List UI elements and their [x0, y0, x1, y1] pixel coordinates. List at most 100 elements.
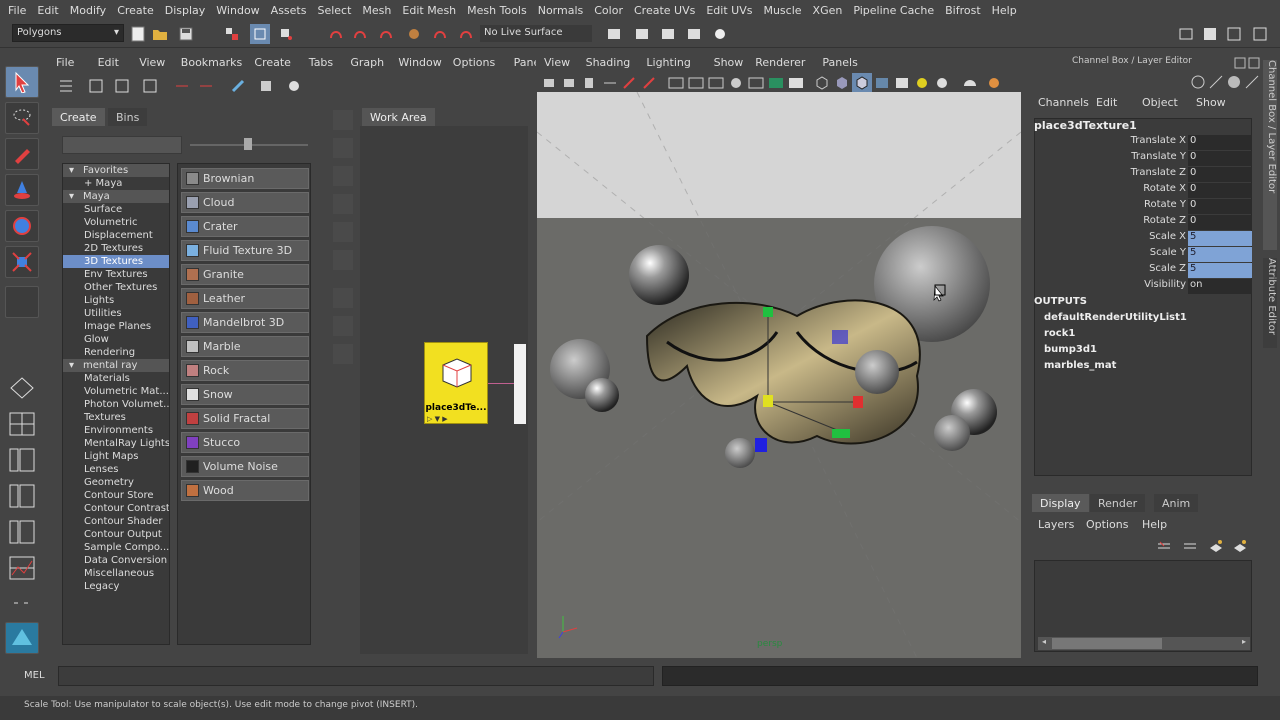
vp-menu-renderer[interactable]: Renderer	[755, 56, 805, 69]
tree-item-data-conversion[interactable]: Data Conversion	[63, 554, 169, 567]
hs-work-tool-icon[interactable]	[333, 316, 353, 336]
grid-toggle-icon[interactable]	[666, 73, 686, 93]
channel-rotate-y[interactable]: Rotate Y0	[1034, 199, 1252, 215]
move-layer-up-icon[interactable]	[1154, 536, 1174, 556]
safe-title-icon[interactable]	[786, 73, 806, 93]
tab-channel-box-vertical[interactable]: Channel Box / Layer Editor	[1263, 60, 1277, 250]
object-name[interactable]: place3dTexture1	[1034, 119, 1137, 132]
channel-scale-x[interactable]: Scale X5	[1034, 231, 1252, 247]
select-hierarchy-icon[interactable]	[222, 24, 242, 44]
hs-menu-bookmarks[interactable]: Bookmarks	[181, 56, 242, 69]
vp-menu-panels[interactable]: Panels	[822, 56, 857, 69]
tree-item-legacy[interactable]: Legacy	[63, 580, 169, 593]
scroll-left-icon[interactable]: ◂	[1038, 637, 1050, 650]
show-both-tabs-icon[interactable]	[140, 76, 160, 96]
channel-box-toggle-icon[interactable]	[1200, 24, 1220, 44]
output-defaultrenderutilitylist1[interactable]: defaultRenderUtilityList1	[1044, 312, 1187, 323]
channel-value[interactable]: 5	[1188, 231, 1252, 246]
tree-item-contour-store[interactable]: Contour Store	[63, 489, 169, 502]
rearrange-graph-icon[interactable]	[256, 76, 276, 96]
layout-options-icon[interactable]	[5, 588, 39, 620]
render-view-icon[interactable]	[604, 24, 624, 44]
new-layer-icon[interactable]	[1206, 536, 1226, 556]
isolate-select-icon[interactable]	[960, 73, 980, 93]
channel-rotate-x[interactable]: Rotate X0	[1034, 183, 1252, 199]
show-top-tabs-icon[interactable]	[86, 76, 106, 96]
hs-work-tool-icon[interactable]	[333, 250, 353, 270]
use-all-lights-icon[interactable]	[912, 73, 932, 93]
hs-work-tool-icon[interactable]	[333, 288, 353, 308]
snap-surface-icon[interactable]	[430, 24, 450, 44]
select-tool-icon[interactable]	[5, 66, 39, 98]
output-rock1[interactable]: rock1	[1044, 328, 1075, 339]
menu-create[interactable]: Create	[113, 4, 161, 17]
vp-menu-lighting[interactable]: Lighting	[646, 56, 690, 69]
tree-item-favorites[interactable]: ▾ Favorites	[63, 164, 169, 177]
mel-input[interactable]	[58, 666, 654, 686]
tree-item-sample-compo[interactable]: Sample Compo...	[63, 541, 169, 554]
film-gate-icon[interactable]	[686, 73, 706, 93]
channel-translate-z[interactable]: Translate Z0	[1034, 167, 1252, 183]
channel-value[interactable]: 0	[1188, 183, 1252, 198]
texture-rock[interactable]: Rock	[181, 360, 309, 381]
tree-item-light-maps[interactable]: Light Maps	[63, 450, 169, 463]
tree-item-maya[interactable]: ▾ Maya	[63, 190, 169, 203]
camera-bookmarks-icon[interactable]	[560, 73, 580, 93]
hs-work-tool-icon[interactable]	[333, 344, 353, 364]
tree-item-maya[interactable]: + Maya	[63, 177, 169, 190]
scroll-thumb[interactable]	[1052, 638, 1162, 649]
menu-bifrost[interactable]: Bifrost	[941, 4, 988, 17]
tree-item-photon-volumet[interactable]: Photon Volumet...	[63, 398, 169, 411]
tree-item-contour-output[interactable]: Contour Output	[63, 528, 169, 541]
attribute-editor-toggle-icon[interactable]	[1224, 24, 1244, 44]
channel-hyper-icon[interactable]	[1224, 72, 1244, 92]
tree-item-other-textures[interactable]: Other Textures	[63, 281, 169, 294]
tree-item-mental-ray[interactable]: ▾ mental ray	[63, 359, 169, 372]
menu-window[interactable]: Window	[212, 4, 266, 17]
graph-editor-layout-icon[interactable]	[5, 552, 39, 584]
new-layer-selected-icon[interactable]	[1230, 536, 1250, 556]
hs-menu-options[interactable]: Options	[453, 56, 495, 69]
persp-hypershade-layout-icon[interactable]	[5, 516, 39, 548]
menu-color[interactable]: Color	[590, 4, 630, 17]
channel-value[interactable]: on	[1188, 279, 1252, 294]
channel-value[interactable]: 0	[1188, 151, 1252, 166]
channel-translate-x[interactable]: Translate X0	[1034, 135, 1252, 151]
vp-menu-view[interactable]: View	[544, 56, 570, 69]
slider-handle[interactable]	[244, 138, 252, 150]
menu-edit[interactable]: Edit	[33, 4, 65, 17]
new-scene-icon[interactable]	[128, 24, 148, 44]
texture-cloud[interactable]: Cloud	[181, 192, 309, 213]
smooth-shade-icon[interactable]	[832, 73, 852, 93]
tree-item-mentalray-lights[interactable]: MentalRay Lights	[63, 437, 169, 450]
hs-work-tool-icon[interactable]	[333, 194, 353, 214]
vp-menu-show[interactable]: Show	[714, 56, 744, 69]
show-bottom-tabs-icon[interactable]	[112, 76, 132, 96]
hs-work-tool-icon[interactable]	[333, 222, 353, 242]
output-bump3d1[interactable]: bump3d1	[1044, 344, 1097, 355]
tree-item-glow[interactable]: Glow	[63, 333, 169, 346]
texture-granite[interactable]: Granite	[181, 264, 309, 285]
layer-menu-help[interactable]: Help	[1142, 518, 1167, 531]
cb-menu-edit[interactable]: Edit	[1096, 96, 1117, 109]
snap-curve-icon[interactable]	[350, 24, 370, 44]
hs-work-tool-icon[interactable]	[333, 138, 353, 158]
menu-edit-uvs[interactable]: Edit UVs	[702, 4, 759, 17]
gate-mask-icon[interactable]	[726, 73, 746, 93]
tree-item-geometry[interactable]: Geometry	[63, 476, 169, 489]
tree-item-volumetric[interactable]: Volumetric	[63, 216, 169, 229]
channel-value[interactable]: 0	[1188, 215, 1252, 230]
shadows-icon[interactable]	[932, 73, 952, 93]
texture-leather[interactable]: Leather	[181, 288, 309, 309]
tree-item-textures[interactable]: Textures	[63, 411, 169, 424]
open-scene-icon[interactable]	[150, 24, 170, 44]
four-view-layout-icon[interactable]	[5, 408, 39, 440]
select-object-icon[interactable]	[250, 24, 270, 44]
hs-menu-window[interactable]: Window	[398, 56, 441, 69]
menu-muscle[interactable]: Muscle	[759, 4, 808, 17]
grease-pencil-icon[interactable]	[640, 73, 660, 93]
tab-anim[interactable]: Anim	[1154, 494, 1199, 512]
tree-item-materials[interactable]: Materials	[63, 372, 169, 385]
hs-menu-view[interactable]: View	[139, 56, 165, 69]
tab-display[interactable]: Display	[1032, 494, 1089, 512]
